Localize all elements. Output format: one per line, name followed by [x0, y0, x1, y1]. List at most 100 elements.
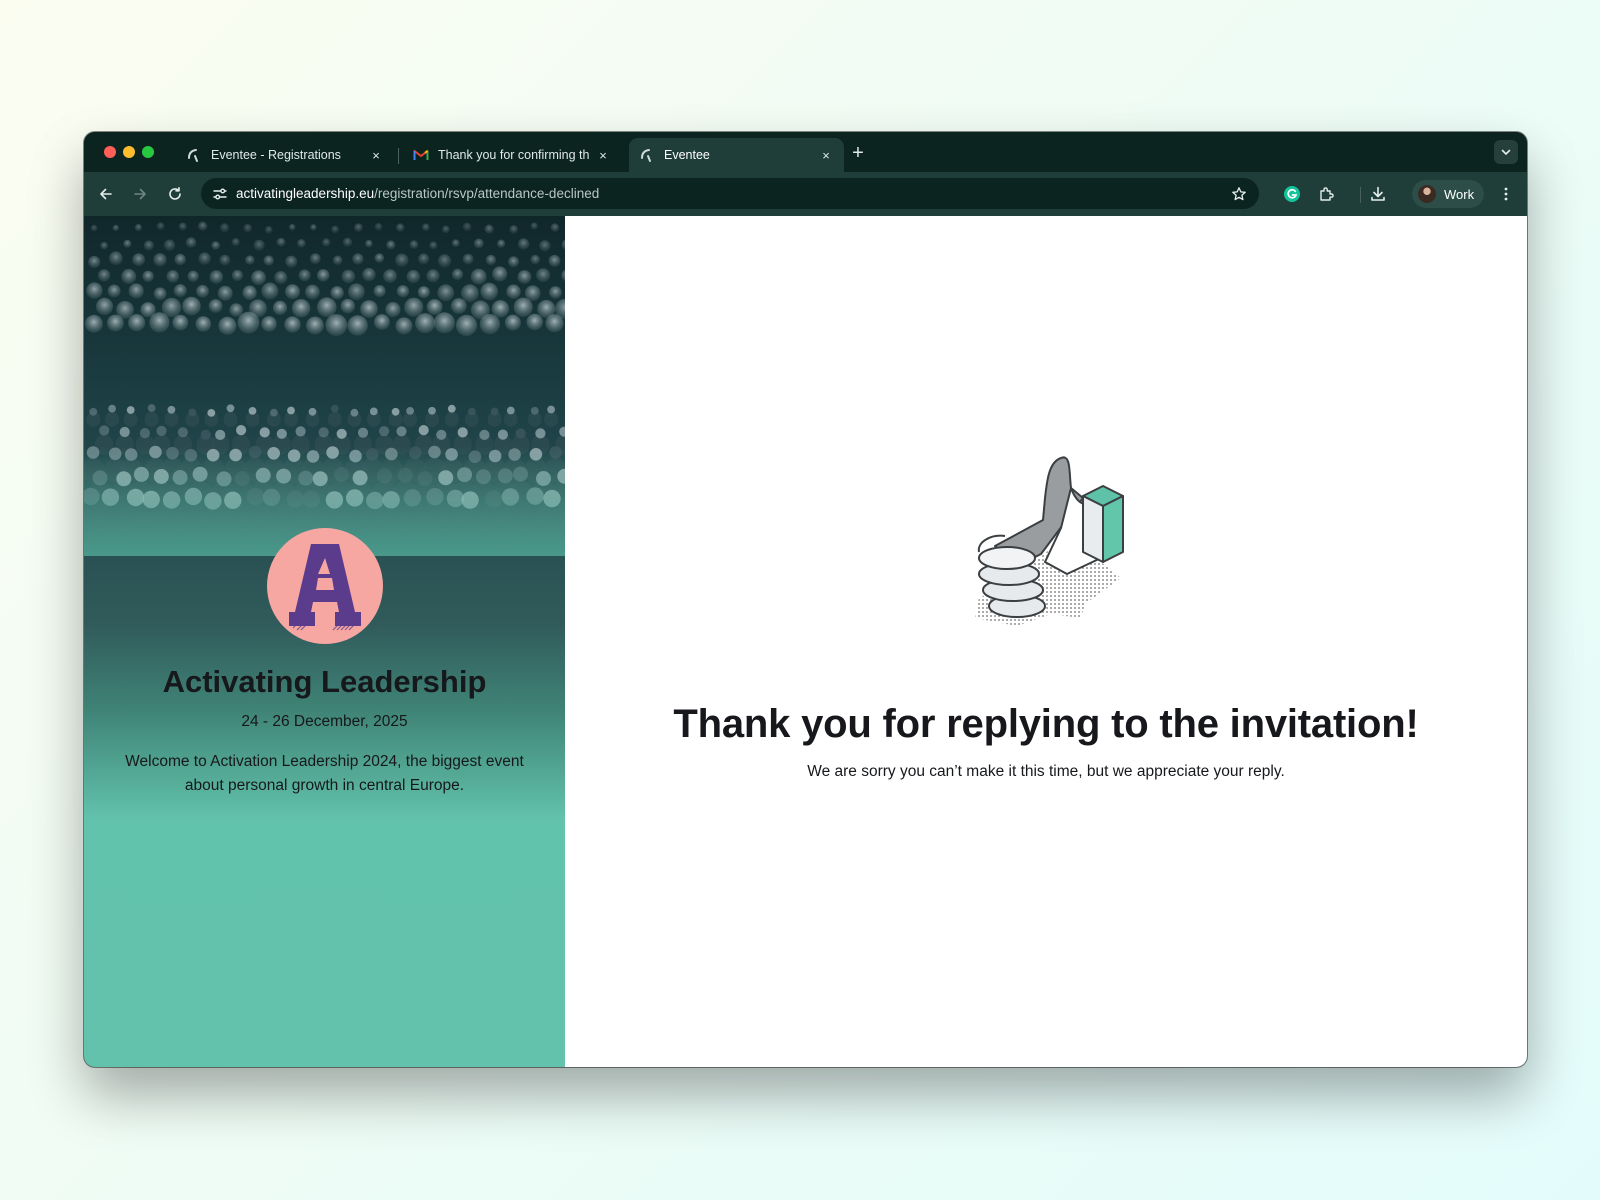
audience-person	[388, 407, 403, 427]
bokeh-light	[88, 255, 101, 269]
tab-eventee[interactable]: Eventee ×	[629, 138, 844, 172]
bokeh-light	[128, 283, 144, 299]
bokeh-light	[231, 269, 243, 282]
bokeh-light	[539, 240, 551, 252]
bokeh-light	[231, 238, 240, 247]
bokeh-light	[340, 298, 355, 314]
bokeh-light	[305, 284, 320, 300]
close-tab-icon[interactable]: ×	[818, 148, 834, 163]
bokeh-light	[395, 223, 405, 232]
bokeh-light	[404, 297, 424, 317]
downloads-button[interactable]	[1366, 182, 1390, 206]
bokeh-light	[508, 256, 519, 268]
bokeh-light	[298, 269, 311, 282]
bokeh-light	[450, 298, 467, 314]
bokeh-light	[362, 267, 376, 282]
bokeh-light	[504, 314, 521, 331]
browser-menu-button[interactable]	[1494, 182, 1518, 206]
star-icon	[1232, 187, 1246, 201]
event-description: Welcome to Activation Leadership 2024, t…	[125, 753, 524, 794]
bokeh-light	[360, 300, 378, 318]
maximize-window-button[interactable]	[142, 146, 154, 158]
tab-eventee-registrations[interactable]: Eventee - Registrations ×	[176, 138, 394, 172]
bokeh-light	[219, 254, 231, 266]
tune-icon	[213, 188, 227, 200]
bokeh-light	[156, 222, 165, 231]
url-host: activatingleadership.eu	[236, 186, 375, 201]
bokeh-light	[218, 316, 237, 335]
bokeh-light	[100, 241, 108, 250]
bokeh-light	[433, 312, 455, 334]
audience-person	[185, 408, 200, 427]
puzzle-icon	[1320, 187, 1334, 201]
bokeh-light	[284, 316, 301, 333]
bokeh-light	[322, 238, 331, 247]
back-button[interactable]	[94, 182, 118, 206]
tab-search-button[interactable]	[1494, 140, 1518, 164]
bokeh-light	[491, 300, 510, 318]
bokeh-light	[143, 240, 154, 251]
bokeh-light	[97, 269, 111, 282]
grammarly-extension-button[interactable]	[1280, 182, 1304, 206]
bokeh-light	[108, 251, 123, 266]
bokeh-light	[209, 270, 224, 284]
tab-gmail[interactable]: Thank you for confirming the ×	[403, 138, 621, 172]
bokeh-light	[261, 316, 277, 332]
bokeh-light	[509, 225, 519, 234]
bokeh-light	[317, 297, 337, 317]
bokeh-light	[332, 255, 343, 266]
arrow-right-icon	[134, 188, 146, 200]
tab-separator	[398, 148, 399, 164]
bokeh-light	[107, 314, 124, 332]
reload-button[interactable]	[163, 182, 187, 206]
extensions-button[interactable]	[1315, 182, 1339, 206]
minimize-window-button[interactable]	[123, 146, 135, 158]
bokeh-light	[291, 299, 311, 318]
forward-button[interactable]	[128, 182, 152, 206]
close-window-button[interactable]	[104, 146, 116, 158]
bokeh-light	[198, 252, 211, 265]
bokeh-light	[285, 284, 300, 300]
address-bar[interactable]: activatingleadership.eu/registration/rsv…	[201, 178, 1259, 209]
close-tab-icon[interactable]: ×	[595, 148, 611, 163]
bokeh-light	[95, 297, 114, 315]
audience-person	[425, 406, 439, 427]
event-sidebar: Activating Leadership 24 - 26 December, …	[84, 216, 565, 1067]
bokeh-light	[261, 282, 279, 300]
bokeh-light	[196, 284, 209, 298]
bokeh-light	[134, 223, 143, 232]
bokeh-light	[285, 255, 298, 268]
audience-person	[464, 407, 479, 427]
reload-icon	[169, 187, 181, 200]
bokeh-light	[107, 284, 121, 298]
close-tab-icon[interactable]: ×	[368, 148, 384, 163]
audience-person	[544, 405, 559, 427]
bokeh-light	[325, 314, 348, 336]
profile-button[interactable]: Work	[1412, 180, 1484, 208]
bokeh-light	[253, 239, 265, 251]
audience-person	[164, 405, 179, 427]
bokeh-light	[90, 224, 98, 232]
bokeh-light	[174, 253, 186, 266]
url-text: activatingleadership.eu/registration/rsv…	[236, 186, 599, 201]
audience-person	[204, 409, 219, 427]
bokeh-light	[517, 238, 530, 250]
event-title: Activating Leadership	[162, 664, 487, 699]
bokeh-light	[536, 268, 551, 283]
bokeh-light	[421, 223, 430, 232]
confirmation-message: We are sorry you can’t make it this time…	[807, 763, 1285, 780]
bokeh-light	[342, 237, 353, 247]
bokeh-light	[395, 253, 409, 267]
bokeh-light	[462, 253, 474, 265]
eventee-icon	[188, 149, 198, 162]
avatar	[1418, 185, 1436, 203]
bookmark-button[interactable]	[1229, 184, 1249, 204]
new-tab-button[interactable]: +	[846, 141, 870, 165]
bokeh-light	[264, 226, 273, 234]
site-info-button[interactable]	[209, 183, 231, 205]
event-dates: 24 - 26 December, 2025	[241, 713, 408, 730]
bokeh-light	[461, 284, 479, 303]
bokeh-light	[123, 239, 132, 248]
eventee-icon	[641, 149, 651, 162]
bokeh-light	[153, 253, 167, 267]
